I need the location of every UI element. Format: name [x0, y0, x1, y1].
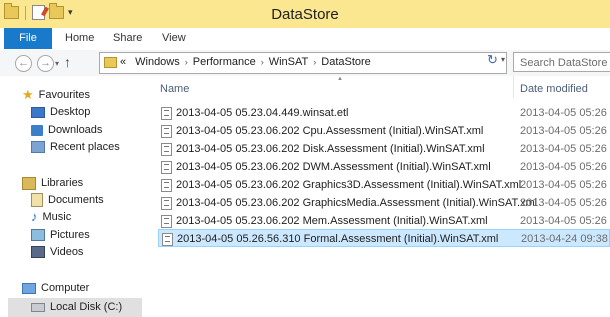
- file-name: 2013-04-05 05.26.56.310 Formal.Assessmen…: [177, 233, 499, 245]
- xml-file-icon: [161, 161, 172, 174]
- nav-pictures[interactable]: Pictures: [31, 226, 90, 244]
- refresh-icon[interactable]: ↻: [487, 52, 498, 68]
- desktop-icon: [31, 106, 45, 118]
- breadcrumb-windows[interactable]: Windows: [135, 56, 180, 68]
- breadcrumb-overflow[interactable]: «: [120, 56, 126, 68]
- breadcrumb-datastore[interactable]: DataStore: [321, 56, 371, 68]
- column-header-name[interactable]: Name: [160, 83, 189, 95]
- libraries-icon: [22, 176, 36, 190]
- file-list: ▲ Name Date modified 2013-04-05 05.23.04…: [150, 76, 610, 317]
- nav-local-disk[interactable]: Local Disk (C:): [31, 298, 122, 316]
- nav-music-label: Music: [42, 211, 72, 223]
- nav-documents[interactable]: Documents: [31, 191, 104, 209]
- file-date: 2013-04-05 05:26 ...: [520, 143, 610, 155]
- documents-icon: [31, 193, 43, 207]
- recent-locations-icon[interactable]: ▾: [55, 59, 59, 68]
- nav-music[interactable]: ♪ Music: [31, 208, 71, 226]
- star-icon: ★: [22, 87, 34, 102]
- nav-libraries[interactable]: Libraries: [22, 174, 83, 192]
- window-title: DataStore: [271, 6, 339, 23]
- nav-videos[interactable]: Videos: [31, 243, 83, 261]
- xml-file-icon: [161, 125, 172, 138]
- file-name: 2013-04-05 05.23.06.202 Cpu.Assessment (…: [176, 125, 484, 137]
- file-date: 2013-04-05 05:26 ...: [520, 125, 610, 137]
- tab-view[interactable]: View: [162, 28, 186, 49]
- address-bar[interactable]: « Windows › Performance › WinSAT › DataS…: [99, 52, 507, 74]
- file-date: 2013-04-05 05:26 ...: [520, 197, 610, 209]
- xml-file-icon: [161, 215, 172, 228]
- chevron-right-icon[interactable]: ›: [313, 57, 316, 67]
- xml-file-icon: [162, 233, 173, 246]
- nav-recent-places-label: Recent places: [50, 141, 120, 153]
- file-icon: [161, 107, 172, 120]
- nav-videos-label: Videos: [50, 246, 84, 258]
- folder-icon: [104, 57, 117, 68]
- file-name: 2013-04-05 05.23.06.202 Mem.Assessment (…: [176, 215, 488, 227]
- nav-downloads[interactable]: Downloads: [31, 121, 102, 139]
- column-header-date-modified[interactable]: Date modified: [520, 83, 588, 95]
- sort-ascending-icon: ▲: [337, 76, 343, 82]
- file-row[interactable]: 2013-04-05 05.23.06.202 Mem.Assessment (…: [158, 212, 610, 230]
- recent-places-icon: [31, 141, 45, 153]
- file-row[interactable]: 2013-04-05 05.23.06.202 Graphics3D.Asses…: [158, 176, 610, 194]
- ribbon: File Home Share View: [0, 28, 610, 51]
- file-row[interactable]: 2013-04-05 05.23.06.202 DWM.Assessment (…: [158, 158, 610, 176]
- file-row[interactable]: 2013-04-05 05.23.06.202 Cpu.Assessment (…: [158, 122, 610, 140]
- file-name: 2013-04-05 05.23.04.449.winsat.etl: [176, 107, 349, 119]
- file-date: 2013-04-05 05:26 ...: [520, 215, 610, 227]
- file-row[interactable]: 2013-04-05 05.23.04.449.winsat.etl 2013-…: [158, 104, 610, 122]
- navigation-pane: ★ Favourites Desktop Downloads Recent pl…: [0, 76, 150, 317]
- chevron-right-icon[interactable]: ›: [261, 57, 264, 67]
- file-date: 2013-04-05 05:26 ...: [520, 161, 610, 173]
- nav-desktop-label: Desktop: [50, 106, 91, 118]
- nav-libraries-label: Libraries: [41, 177, 84, 189]
- nav-local-disk-label: Local Disk (C:): [50, 301, 123, 313]
- navigation-bar: ← → ▾ ↑ « Windows › Performance › WinSAT…: [0, 50, 610, 76]
- videos-icon: [31, 246, 45, 258]
- nav-favourites[interactable]: ★ Favourites: [22, 86, 90, 104]
- file-row-selected[interactable]: 2013-04-05 05.26.56.310 Formal.Assessmen…: [158, 229, 610, 247]
- chevron-down-icon[interactable]: ▾: [501, 55, 505, 64]
- file-row[interactable]: 2013-04-05 05.23.06.202 Disk.Assessment …: [158, 140, 610, 158]
- file-name: 2013-04-05 05.23.06.202 DWM.Assessment (…: [176, 161, 491, 173]
- file-row[interactable]: 2013-04-05 05.23.06.202 GraphicsMedia.As…: [158, 194, 610, 212]
- title-bar: ▾ DataStore: [0, 0, 610, 28]
- file-date: 2013-04-05 05:26 ...: [520, 179, 610, 191]
- xml-file-icon: [161, 197, 172, 210]
- nav-recent-places[interactable]: Recent places: [31, 138, 120, 156]
- back-button[interactable]: ←: [15, 55, 32, 72]
- music-icon: ♪: [31, 209, 38, 224]
- xml-file-icon: [161, 179, 172, 192]
- file-name: 2013-04-05 05.23.06.202 Graphics3D.Asses…: [176, 179, 522, 191]
- downloads-icon: [31, 124, 43, 136]
- breadcrumb-performance[interactable]: Performance: [193, 56, 256, 68]
- nav-desktop[interactable]: Desktop: [31, 103, 90, 121]
- nav-documents-label: Documents: [48, 194, 104, 206]
- tab-share[interactable]: Share: [113, 28, 142, 49]
- file-name: 2013-04-05 05.23.06.202 GraphicsMedia.As…: [176, 197, 538, 209]
- search-input[interactable]: Search DataStore: [513, 52, 610, 72]
- file-name: 2013-04-05 05.23.06.202 Disk.Assessment …: [176, 143, 485, 155]
- breadcrumb: « Windows › Performance › WinSAT › DataS…: [120, 56, 371, 68]
- up-button[interactable]: ↑: [64, 54, 71, 70]
- nav-downloads-label: Downloads: [48, 124, 103, 136]
- chevron-right-icon[interactable]: ›: [185, 57, 188, 67]
- forward-button[interactable]: →: [37, 55, 54, 72]
- file-date: 2013-04-24 09:38 ...: [521, 233, 610, 245]
- tab-file[interactable]: File: [4, 28, 52, 49]
- column-divider[interactable]: [513, 76, 514, 98]
- local-disk-icon: [31, 302, 45, 312]
- computer-icon: [22, 282, 36, 294]
- breadcrumb-winsat[interactable]: WinSAT: [269, 56, 309, 68]
- pictures-icon: [31, 229, 45, 241]
- tab-home[interactable]: Home: [65, 28, 94, 49]
- nav-favourites-label: Favourites: [38, 89, 91, 101]
- nav-pictures-label: Pictures: [50, 229, 90, 241]
- file-date: 2013-04-05 05:26 ...: [520, 107, 610, 119]
- xml-file-icon: [161, 143, 172, 156]
- nav-computer-label: Computer: [41, 282, 90, 294]
- nav-computer[interactable]: Computer: [22, 279, 89, 297]
